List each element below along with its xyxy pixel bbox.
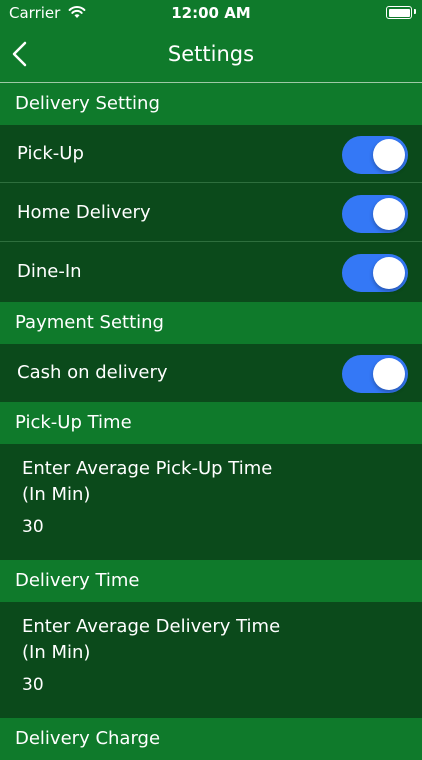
cash-on-delivery-label: Cash on delivery [17,362,168,383]
home-delivery-toggle[interactable] [342,195,408,233]
section-header-payment-setting: Payment Setting [0,302,422,344]
row-cash-on-delivery: Cash on delivery [0,344,422,402]
delivery-time-input[interactable]: 30 [22,675,44,695]
pickup-time-input[interactable]: 30 [22,517,44,537]
home-delivery-label: Home Delivery [17,202,151,223]
section-header-delivery-setting: Delivery Setting [0,83,422,125]
page-title: Settings [167,42,255,66]
dine-in-toggle[interactable] [342,254,408,292]
dine-in-label: Dine-In [17,261,82,282]
pickup-time-block: Enter Average Pick-Up Time (In Min) 30 [0,444,422,560]
section-header-delivery-charge: Delivery Charge [0,718,422,760]
toggle-knob [373,139,405,171]
delivery-time-block: Enter Average Delivery Time (In Min) 30 [0,602,422,718]
battery-cap [414,9,416,14]
navigation-bar: Settings [0,28,422,83]
pickup-label: Pick-Up [17,143,84,164]
delivery-time-label: Enter Average Delivery Time (In Min) [22,616,281,663]
row-home-delivery: Home Delivery [0,184,422,242]
status-time: 12:00 AM [171,4,251,22]
row-pickup: Pick-Up [0,125,422,183]
row-dine-in: Dine-In [0,243,422,301]
pickup-time-label: Enter Average Pick-Up Time (In Min) [22,458,273,505]
toggle-knob [373,198,405,230]
battery-icon [386,6,412,19]
pickup-toggle[interactable] [342,136,408,174]
cash-on-delivery-toggle[interactable] [342,355,408,393]
toggle-knob [373,358,405,390]
toggle-knob [373,257,405,289]
status-bar: Carrier 12:00 AM [0,0,422,28]
section-header-pickup-time: Pick-Up Time [0,402,422,444]
section-header-delivery-time: Delivery Time [0,560,422,602]
